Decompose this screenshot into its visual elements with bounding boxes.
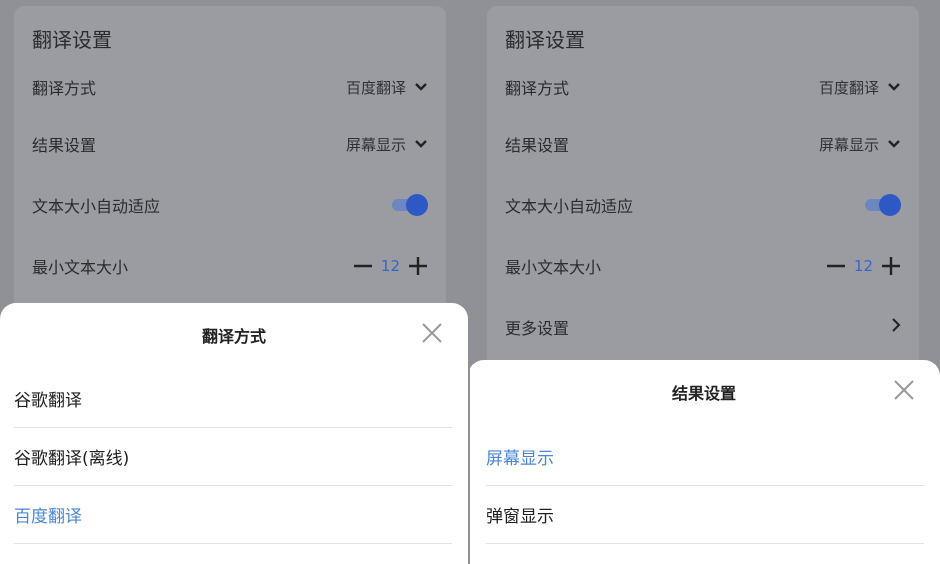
min-size-row: 最小文本大小 12: [32, 248, 428, 284]
translate-mode-value: 百度翻译: [345, 78, 406, 97]
min-size-stepper: 12: [353, 256, 428, 276]
min-size-stepper: 12: [826, 256, 901, 276]
result-setting-value: 屏幕显示: [345, 135, 406, 154]
option-popup-display[interactable]: 弹窗显示: [486, 486, 924, 544]
result-setting-value: 屏幕显示: [818, 135, 879, 154]
left-screen: 翻译设置 翻译方式 百度翻译 结果设置 屏幕显示 文本大小自动适应 最小文本大小…: [0, 0, 470, 564]
min-size-value: 12: [380, 257, 400, 275]
autosize-toggle[interactable]: [392, 194, 428, 216]
min-size-label: 最小文本大小: [32, 258, 129, 277]
min-size-row: 最小文本大小 12: [505, 248, 901, 284]
min-size-value: 12: [853, 257, 873, 275]
chevron-down-icon[interactable]: [414, 82, 428, 92]
sheet-title: 结果设置: [671, 384, 736, 403]
result-setting-row[interactable]: 结果设置 屏幕显示: [505, 126, 901, 162]
chevron-down-icon[interactable]: [414, 139, 428, 149]
close-icon[interactable]: [892, 378, 916, 402]
result-setting-sheet: 结果设置 屏幕显示 弹窗显示: [470, 360, 940, 564]
translate-mode-label: 翻译方式: [32, 79, 97, 98]
chevron-down-icon[interactable]: [887, 139, 901, 149]
min-size-label: 最小文本大小: [505, 258, 602, 277]
plus-icon[interactable]: [881, 256, 901, 276]
autosize-row: 文本大小自动适应: [32, 187, 428, 223]
autosize-label: 文本大小自动适应: [32, 197, 161, 216]
option-google[interactable]: 谷歌翻译: [14, 370, 452, 428]
more-settings-row[interactable]: 更多设置: [505, 309, 901, 345]
result-setting-label: 结果设置: [505, 136, 570, 155]
autosize-toggle[interactable]: [865, 194, 901, 216]
card-title: 翻译设置: [32, 28, 112, 52]
option-baidu[interactable]: 百度翻译: [14, 486, 452, 544]
right-screen: 翻译设置 翻译方式 百度翻译 结果设置 屏幕显示 文本大小自动适应 最小文本大小…: [470, 0, 940, 564]
plus-icon[interactable]: [408, 256, 428, 276]
autosize-label: 文本大小自动适应: [505, 197, 634, 216]
result-setting-row[interactable]: 结果设置 屏幕显示: [32, 126, 428, 162]
translate-mode-label: 翻译方式: [505, 79, 570, 98]
translate-mode-sheet: 翻译方式 谷歌翻译 谷歌翻译(离线) 百度翻译: [0, 303, 468, 564]
toggle-knob: [879, 194, 901, 216]
result-setting-label: 结果设置: [32, 136, 97, 155]
translate-mode-value: 百度翻译: [818, 78, 879, 97]
sheet-title: 翻译方式: [201, 327, 266, 346]
more-settings-label: 更多设置: [505, 319, 570, 338]
card-title: 翻译设置: [505, 28, 585, 52]
close-icon[interactable]: [420, 321, 444, 345]
option-screen-display[interactable]: 屏幕显示: [486, 428, 924, 486]
option-google-offline[interactable]: 谷歌翻译(离线): [14, 428, 452, 486]
chevron-down-icon[interactable]: [887, 82, 901, 92]
translate-mode-row[interactable]: 翻译方式 百度翻译: [32, 69, 428, 105]
chevron-right-icon: [891, 317, 901, 337]
minus-icon[interactable]: [353, 256, 373, 276]
toggle-knob: [406, 194, 428, 216]
autosize-row: 文本大小自动适应: [505, 187, 901, 223]
translate-mode-row[interactable]: 翻译方式 百度翻译: [505, 69, 901, 105]
minus-icon[interactable]: [826, 256, 846, 276]
